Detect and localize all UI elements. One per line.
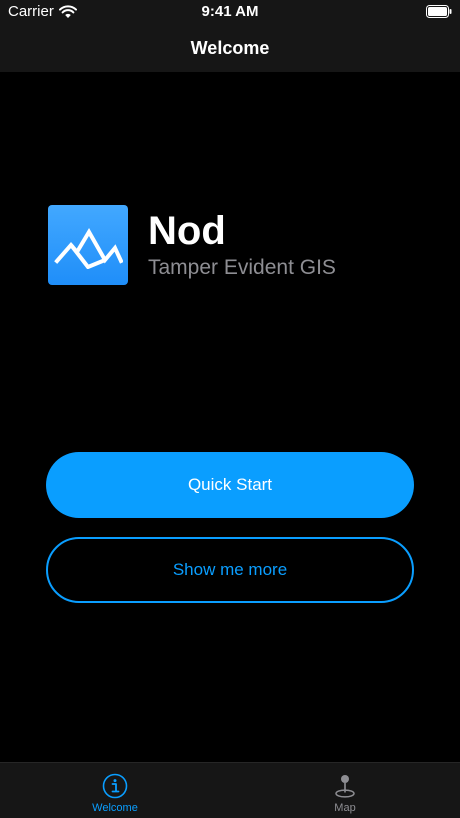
status-bar: Carrier 9:41 AM <box>0 0 460 24</box>
app-name: Nod <box>148 209 226 253</box>
tab-map[interactable]: Map <box>230 763 460 818</box>
navigation-bar: Welcome <box>0 24 460 72</box>
mountain-logo-icon <box>48 205 128 285</box>
tab-label-map: Map <box>334 802 356 814</box>
map-pin-icon <box>335 775 355 798</box>
tab-welcome[interactable]: Welcome <box>0 763 230 818</box>
status-time: 9:41 AM <box>201 3 259 20</box>
welcome-screen: Carrier 9:41 AM Welcome Nod Tamper Evide… <box>0 0 460 818</box>
app-tagline: Tamper Evident GIS <box>148 256 336 279</box>
battery-icon <box>426 5 452 18</box>
app-title-block: Nod Tamper Evident GIS <box>148 208 336 282</box>
tab-bar: Welcome Map <box>0 762 460 818</box>
quick-start-button[interactable]: Quick Start <box>46 452 414 518</box>
show-more-button[interactable]: Show me more <box>46 537 414 603</box>
tab-label-welcome: Welcome <box>92 802 138 814</box>
info-circle-icon <box>102 773 128 799</box>
app-hero: Nod Tamper Evident GIS <box>48 204 336 286</box>
nav-title: Welcome <box>190 37 270 58</box>
